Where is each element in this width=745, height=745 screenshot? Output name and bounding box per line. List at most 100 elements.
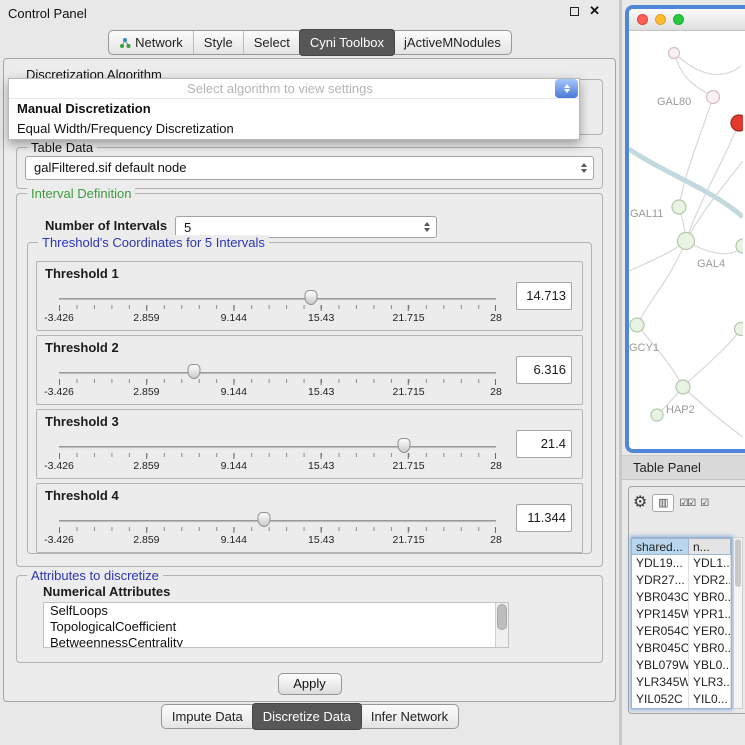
mac-minimize-button[interactable]	[655, 14, 666, 25]
network-node[interactable]	[707, 91, 720, 104]
column-header-name[interactable]: n...	[689, 538, 731, 555]
slider-thumb[interactable]	[188, 364, 201, 379]
list-item[interactable]: SelfLoops	[44, 603, 508, 619]
threshold-value-field[interactable]: 11.344	[516, 504, 572, 532]
tab-discretize-label: Discretize Data	[263, 709, 351, 724]
attributes-group-label: Attributes to discretize	[27, 568, 163, 583]
threshold-value-field[interactable]: 14.713	[516, 282, 572, 310]
node-label: GAL4	[697, 258, 725, 270]
slider-track[interactable]	[59, 446, 496, 449]
network-node[interactable]	[735, 323, 744, 336]
interval-definition-label: Interval Definition	[27, 186, 135, 201]
table-toolbar: ⚙ ▥ ☑☑ ☑	[633, 490, 708, 516]
tab-jactivemnodules[interactable]: jActiveMNodules	[394, 31, 511, 54]
number-of-intervals-value: 5	[184, 220, 191, 235]
network-node[interactable]	[651, 409, 663, 421]
tab-cyni-toolbox[interactable]: Cyni Toolbox	[299, 29, 395, 56]
network-node[interactable]	[669, 48, 680, 59]
network-icon	[119, 37, 131, 49]
slider-thumb[interactable]	[305, 290, 318, 305]
threshold-slider[interactable]: -3.426 2.859 9.144 15.43 21.715 28	[59, 510, 496, 548]
node-table[interactable]: shared... n... YDL19...YDL1... YDR27...Y…	[631, 537, 732, 709]
column-header-shared-name[interactable]: shared...	[632, 538, 689, 555]
tab-network[interactable]: Network	[109, 31, 193, 54]
select-all-checkbox-icon[interactable]: ☑☑	[679, 498, 695, 509]
slider-major-ticks	[59, 379, 496, 385]
selected-red-node[interactable]	[731, 115, 743, 131]
slider-track[interactable]	[59, 520, 496, 523]
panel-splitter[interactable]	[619, 0, 622, 745]
gear-icon[interactable]: ⚙	[633, 495, 647, 511]
tab-infer-label: Infer Network	[371, 709, 448, 724]
table-panel-widget: ⚙ ▥ ☑☑ ☑ shared... n... YDL19...YDL1... …	[628, 486, 745, 714]
tab-impute-data[interactable]: Impute Data	[162, 705, 253, 728]
slider-scale: -3.426 2.859 9.144 15.43 21.715 28	[59, 386, 496, 398]
tab-infer-network[interactable]: Infer Network	[361, 705, 458, 728]
threshold-value-field[interactable]: 6.316	[516, 356, 572, 384]
table-row[interactable]: YBR043CYBR0...	[632, 589, 731, 606]
threshold-slider[interactable]: -3.426 2.859 9.144 15.43 21.715 28	[59, 288, 496, 326]
table-row[interactable]: YER054CYER0...	[632, 623, 731, 640]
slider-track[interactable]	[59, 372, 496, 375]
table-row[interactable]: YBR045CYBR0...	[632, 640, 731, 657]
tab-network-label: Network	[135, 35, 183, 50]
mac-zoom-button[interactable]	[673, 14, 684, 25]
slider-scale: -3.426 2.859 9.144 15.43 21.715 28	[59, 460, 496, 472]
table-row[interactable]: YLR345WYLR3...	[632, 674, 731, 691]
table-row[interactable]: YBL079WYBL0...	[632, 657, 731, 674]
table-data-group-label: Table Data	[27, 140, 97, 155]
node-label: GAL80	[657, 96, 691, 108]
threshold-slider[interactable]: -3.426 2.859 9.144 15.43 21.715 28	[59, 436, 496, 474]
float-window-icon[interactable]	[570, 7, 579, 16]
network-canvas[interactable]: GAL80 GAL11 GAL4 GCY1 HAP2	[629, 31, 743, 453]
apply-button[interactable]: Apply	[278, 673, 342, 695]
node-labels: GAL80 GAL11 GAL4 GCY1 HAP2	[629, 96, 725, 416]
table-scrollbar[interactable]	[733, 537, 743, 709]
threshold-label: Threshold 2	[45, 340, 119, 355]
slider-track[interactable]	[59, 298, 496, 301]
top-tab-bar: Network Style Select Cyni Toolbox jActiv…	[0, 30, 620, 55]
threshold-1-panel: Threshold 1 14.713 -3.426 2.859 9.144 15…	[36, 261, 583, 331]
table-panel-header: Table Panel	[622, 455, 745, 480]
algorithm-combobox[interactable]: Select algorithm to view settings	[9, 79, 579, 99]
combo-arrows-icon[interactable]	[555, 79, 578, 98]
threshold-4-panel: Threshold 4 11.344 -3.426 2.859 9.144 15…	[36, 483, 583, 553]
network-node[interactable]	[676, 380, 690, 394]
columns-icon[interactable]: ▥	[652, 494, 674, 512]
tab-discretize-data[interactable]: Discretize Data	[252, 703, 362, 730]
slider-thumb[interactable]	[258, 512, 271, 527]
list-item[interactable]: TopologicalCoefficient	[44, 619, 508, 635]
threshold-label: Threshold 1	[45, 266, 119, 281]
panel-title: Control Panel	[8, 6, 87, 21]
threshold-value-field[interactable]: 21.4	[516, 430, 572, 458]
algorithm-option-equal-width[interactable]: Equal Width/Frequency Discretization	[9, 119, 579, 139]
tab-style[interactable]: Style	[193, 31, 243, 54]
numerical-attributes-label: Numerical Attributes	[43, 584, 170, 599]
tab-select[interactable]: Select	[243, 31, 300, 54]
table-row[interactable]: YIL052CYIL0...	[632, 691, 731, 708]
checkbox-icon[interactable]: ☑	[700, 498, 708, 509]
scrollbar-thumb[interactable]	[735, 539, 741, 587]
table-header-row: shared... n...	[632, 538, 731, 555]
interval-definition-group: Interval Definition Number of Intervals …	[16, 193, 603, 567]
table-data-combobox[interactable]: galFiltered.sif default node	[25, 156, 594, 180]
network-view-window: GAL80 GAL11 GAL4 GCY1 HAP2	[625, 5, 745, 453]
thresholds-group: Threshold's Coordinates for 5 Intervals …	[27, 242, 592, 554]
network-node[interactable]	[678, 233, 695, 250]
mac-close-button[interactable]	[637, 14, 648, 25]
attributes-list[interactable]: SelfLoops TopologicalCoefficient Between…	[43, 602, 509, 648]
list-item[interactable]: BetweennessCentrality	[44, 635, 508, 648]
table-row[interactable]: YDR27...YDR2...	[632, 572, 731, 589]
node-label: HAP2	[666, 404, 695, 416]
list-scrollbar[interactable]	[495, 603, 508, 647]
threshold-slider[interactable]: -3.426 2.859 9.144 15.43 21.715 28	[59, 362, 496, 400]
slider-thumb[interactable]	[398, 438, 411, 453]
table-row[interactable]: YDL19...YDL1...	[632, 555, 731, 572]
close-icon[interactable]: ✕	[589, 6, 600, 16]
scrollbar-thumb[interactable]	[497, 604, 507, 630]
algorithm-option-manual[interactable]: Manual Discretization	[9, 99, 579, 119]
network-node[interactable]	[630, 318, 644, 332]
network-node[interactable]	[672, 200, 686, 214]
node-label: GAL11	[630, 208, 663, 220]
table-row[interactable]: YPR145WYPR1...	[632, 606, 731, 623]
